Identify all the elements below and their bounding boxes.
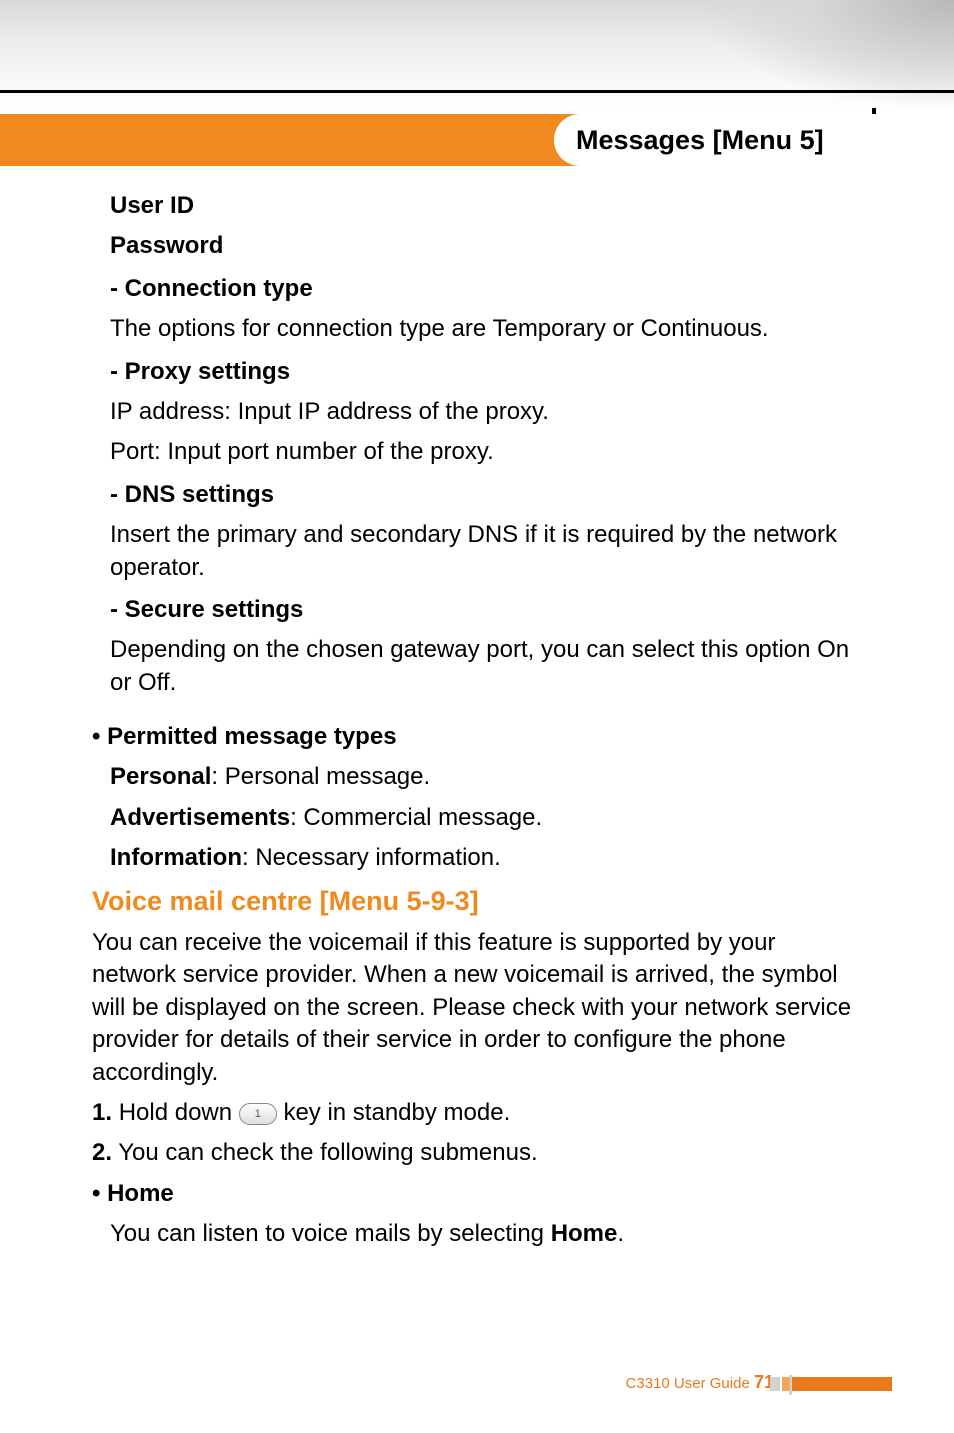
footer-guide-label: C3310 User Guide (626, 1375, 750, 1392)
secure-text: Depending on the chosen gateway port, yo… (110, 634, 855, 699)
header-orange-band: Messages [Menu 5] (0, 114, 954, 166)
proxy-heading: - Proxy settings (110, 356, 855, 388)
header-title-pill: Messages [Menu 5] (554, 114, 954, 166)
permitted-info-label: Information (110, 844, 242, 871)
step1-text-b: key in standby mode. (283, 1099, 510, 1126)
step1-text-a: Hold down (119, 1099, 239, 1126)
page-footer: C3310 User Guide 71 (0, 1363, 954, 1393)
permitted-ads-label: Advertisements (110, 804, 290, 831)
proxy-ip-text: IP address: Input IP address of the prox… (110, 396, 855, 428)
permitted-ads: Advertisements: Commercial message. (110, 802, 855, 834)
home-text-a: You can listen to voice mails by selecti… (110, 1220, 551, 1247)
section-header-bar: Messages [Menu 5] (0, 90, 954, 168)
permitted-personal-text: : Personal message. (211, 763, 430, 790)
home-text: You can listen to voice mails by selecti… (110, 1218, 855, 1250)
secure-heading: - Secure settings (110, 594, 855, 626)
header-rule (0, 90, 954, 93)
home-text-c: . (617, 1220, 624, 1247)
section-title: Messages [Menu 5] (576, 125, 824, 156)
proxy-port-text: Port: Input port number of the proxy. (110, 436, 855, 468)
voice-mail-intro: You can receive the voicemail if this fe… (92, 927, 855, 1089)
connection-type-text: The options for connection type are Temp… (110, 313, 855, 345)
permitted-info-text: : Necessary information. (242, 844, 501, 871)
voice-step-1: 1. Hold down 1 key in standby mode. (92, 1097, 855, 1129)
user-id-label: User ID (110, 190, 855, 222)
dns-text: Insert the primary and secondary DNS if … (110, 519, 855, 584)
step2-text: You can check the following submenus. (118, 1139, 537, 1166)
dns-heading: - DNS settings (110, 479, 855, 511)
permitted-ads-text: : Commercial message. (290, 804, 542, 831)
keycap-1-icon: 1 (239, 1103, 277, 1125)
voice-step-2: 2. You can check the following submenus. (92, 1137, 855, 1169)
password-label: Password (110, 230, 855, 262)
footer-orange-bar (792, 1377, 892, 1391)
step2-number: 2. (92, 1139, 112, 1166)
permitted-heading: • Permitted message types (92, 721, 855, 753)
permitted-personal: Personal: Personal message. (110, 761, 855, 793)
page-content: User ID Password - Connection type The o… (110, 190, 855, 1259)
home-heading: • Home (92, 1178, 855, 1210)
permitted-personal-label: Personal (110, 763, 211, 790)
step1-number: 1. (92, 1099, 112, 1126)
permitted-info: Information: Necessary information. (110, 842, 855, 874)
home-text-bold: Home (551, 1220, 618, 1247)
connection-type-heading: - Connection type (110, 273, 855, 305)
voice-mail-heading: Voice mail centre [Menu 5-9-3] (92, 883, 855, 919)
footer-text: C3310 User Guide 71 (626, 1372, 774, 1393)
